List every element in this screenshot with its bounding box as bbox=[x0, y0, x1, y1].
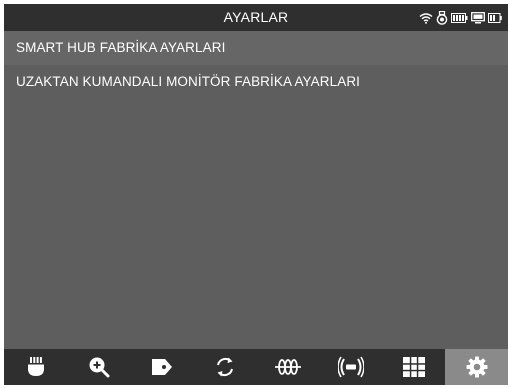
tag-icon bbox=[151, 357, 173, 377]
menu-item-smart-hub-reset[interactable]: SMART HUB FABRİKA AYARLARI bbox=[4, 31, 508, 65]
toolbar-button-zoom[interactable] bbox=[67, 349, 130, 385]
camera-icon bbox=[436, 10, 448, 25]
settings-icon bbox=[466, 356, 488, 378]
wifi-icon bbox=[419, 12, 433, 24]
status-icons bbox=[419, 4, 502, 31]
toolbar-button-hub[interactable] bbox=[4, 349, 67, 385]
hub-icon bbox=[26, 356, 46, 378]
battery-icon bbox=[451, 12, 468, 23]
toolbar-button-coil[interactable] bbox=[256, 349, 319, 385]
toolbar-button-rotate[interactable] bbox=[193, 349, 256, 385]
coil-icon bbox=[274, 358, 301, 376]
menu-item-remote-monitor-reset[interactable]: UZAKTAN KUMANDALI MONİTÖR FABRİKA AYARLA… bbox=[4, 65, 508, 99]
signal-icon bbox=[337, 356, 364, 378]
rotate-icon bbox=[214, 356, 236, 378]
monitor-icon bbox=[471, 11, 485, 24]
settings-menu: SMART HUB FABRİKA AYARLARI UZAKTAN KUMAN… bbox=[4, 31, 508, 99]
settings-screen: AYARLAR SMART HUB FABRİKA AYARLARI UZAKT… bbox=[4, 4, 508, 385]
toolbar-button-grid[interactable] bbox=[382, 349, 445, 385]
toolbar-button-tag[interactable] bbox=[130, 349, 193, 385]
toolbar-button-signal[interactable] bbox=[319, 349, 382, 385]
top-bar: AYARLAR bbox=[4, 4, 508, 31]
zoom-in-icon bbox=[88, 356, 110, 378]
battery-small-icon bbox=[488, 12, 502, 23]
grid-icon bbox=[402, 357, 425, 377]
bottom-toolbar bbox=[4, 349, 508, 385]
toolbar-button-settings[interactable] bbox=[445, 349, 508, 385]
